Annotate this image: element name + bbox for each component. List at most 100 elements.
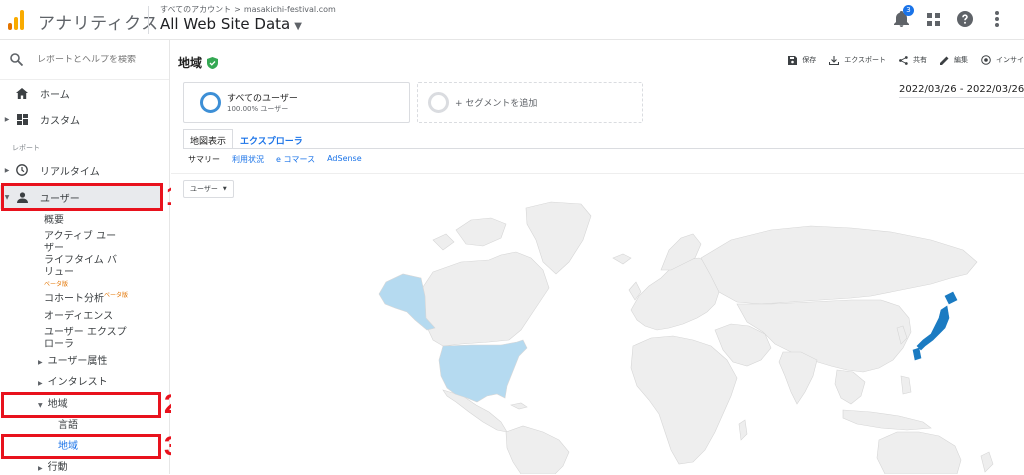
map-region-japan-hokkaido[interactable] [944,291,958,305]
segment-ring-icon [200,92,221,113]
sidebar-item-label: カスタム [40,115,80,127]
save-button[interactable]: 保存 [788,55,816,65]
sidebar-item-label-line: ローラ [44,339,74,350]
tab-map-overlay[interactable]: 地図表示 [183,129,234,149]
map-region-arctic-islands [455,217,507,247]
search-icon [10,53,23,66]
sidebar-item-realtime[interactable]: ▶ リアルタイム [0,159,170,181]
sidebar-item-label-line: アクティブ ユー [44,231,117,242]
sidebar-item-label: リアルタイム [40,166,100,178]
sidebar-item-lifetime-value[interactable]: ライフタイム バ リュー ベータ版 [44,255,117,291]
main-content: 地域 保存 エクスポート 共有 編集 インサイ すべてのユーザー 100.00%… [171,40,1024,474]
tabs-divider [183,148,1024,149]
report-actions: 保存 エクスポート 共有 編集 インサイ [788,55,1024,65]
map-region-australia [876,431,962,474]
sidebar-item-active-users[interactable]: アクティブ ユー ザー [44,231,116,255]
edit-button[interactable]: 編集 [940,55,968,65]
help-button[interactable] [956,10,974,28]
export-button[interactable]: エクスポート [829,55,886,65]
map-region-japan[interactable] [916,305,950,351]
segment-subtitle: 100.00% ユーザー [227,105,289,113]
dashboard-icon [14,113,30,125]
page-header: 地域 [178,54,219,71]
sidebar-item-label-line: ライフタイム バ [44,255,117,266]
sidebar-item-overview[interactable]: 概要 [44,215,64,227]
top-bar: アナリティクス すべてのアカウント > masakichi-festival.com… [0,0,1024,40]
sidebar-item-users[interactable]: ▼ ユーザー [0,185,162,209]
sidebar-item-home[interactable]: ホーム [0,82,170,104]
map-region-india [778,351,818,405]
search-input[interactable] [37,54,157,65]
reports-section-label: レポート [12,144,40,152]
empty-segment-ring-icon [428,92,449,113]
date-range-picker[interactable]: 2022/03/26 - 2022/03/26 [899,84,1024,98]
more-options-button[interactable] [988,10,1006,28]
add-segment-button[interactable]: + セグメントを追加 [417,82,643,123]
sidebar-item-audiences[interactable]: オーディエンス [44,311,113,323]
breadcrumb[interactable]: すべてのアカウント > masakichi-festival.com [160,4,336,15]
action-label: 編集 [954,56,968,64]
explorer-subtabs: サマリー 利用状況 e コマース AdSense [188,154,362,165]
share-icon [899,55,908,65]
map-region-africa [630,335,738,465]
segment-all-users[interactable]: すべてのユーザー 100.00% ユーザー [183,82,410,123]
page-title: 地域 [178,56,203,70]
help-icon [957,11,973,27]
insights-icon [981,55,991,65]
subtab-site-usage[interactable]: 利用状況 [232,154,264,165]
sidebar-item-label-line: リュー [44,267,74,278]
notification-badge: 3 [903,5,914,16]
collapse-arrow-icon: ▼ [38,402,43,409]
sidebar-item-behavior[interactable]: ▶ 行動 [38,462,68,475]
sidebar-item-language[interactable]: 言語 [58,420,78,432]
metric-dropdown[interactable]: ユーザー ▼ [183,180,234,198]
view-selector[interactable]: All Web Site Data ▼ [160,15,302,33]
subtab-ecommerce[interactable]: e コマース [276,154,315,165]
verified-shield-icon [207,56,219,69]
breadcrumb-property[interactable]: masakichi-festival.com [244,5,336,14]
breadcrumb-separator: > [234,5,241,14]
action-label: 保存 [802,56,817,64]
sidebar-item-interests[interactable]: ▶ インタレスト [38,377,108,390]
insights-button[interactable]: インサイ [981,55,1024,65]
report-tabs: 地図表示 エクスプローラ [183,129,310,149]
segment-title: すべてのユーザー [227,94,298,104]
sidebar-item-label: インタレスト [47,377,108,388]
sidebar-item-label: ユーザー属性 [47,356,108,367]
share-button[interactable]: 共有 [899,55,927,65]
world-map[interactable] [171,200,1024,474]
home-icon [14,87,30,99]
metric-dropdown-label: ユーザー [190,185,218,193]
map-region-southeast-asia [834,369,866,405]
collapse-arrow-icon: ▼ [4,193,10,201]
analytics-logo-icon[interactable] [8,10,26,30]
sidebar-item-demographics[interactable]: ▶ ユーザー属性 [38,356,107,369]
map-region-south-america [505,425,570,474]
map-land-regions [420,201,994,474]
sidebar-item-location[interactable]: 地域 [58,441,78,453]
subtab-adsense[interactable]: AdSense [327,154,362,165]
map-region-new-zealand [980,451,994,473]
map-region-japan-kyushu[interactable] [912,347,922,361]
sidebar-item-custom[interactable]: ▶ カスタム [0,108,170,130]
sidebar-item-cohort[interactable]: コホート分析ベータ版 [44,290,128,305]
sidebar-item-user-explorer[interactable]: ユーザー エクスプ ローラ [44,327,127,351]
sidebar-item-label: ホーム [40,89,70,101]
sidebar-item-geo[interactable]: ▼ 地域 [38,399,68,412]
tab-explorer[interactable]: エクスプローラ [233,129,310,149]
subtab-summary[interactable]: サマリー [188,154,220,165]
sidebar-item-label-line: ユーザー エクスプ [44,327,127,338]
map-region-philippines [900,375,912,395]
expand-arrow-icon: ▶ [38,380,43,387]
sidebar-search[interactable] [0,40,169,80]
sidebar-item-label: 地域 [47,399,68,410]
app-name: アナリティクス [38,14,159,34]
apps-button[interactable] [924,10,942,28]
notifications-button[interactable]: 3 [892,5,914,28]
sidebar: ホーム ▶ カスタム レポート ▶ リアルタイム ▼ ユーザー 概要 アクティブ… [0,40,170,474]
action-label: エクスポート [844,56,886,64]
sidebar-item-label: コホート分析 [44,293,104,305]
caret-down-icon: ▼ [294,21,302,32]
breadcrumb-account[interactable]: すべてのアカウント [160,5,231,14]
map-region-arctic-island-small [432,233,455,251]
